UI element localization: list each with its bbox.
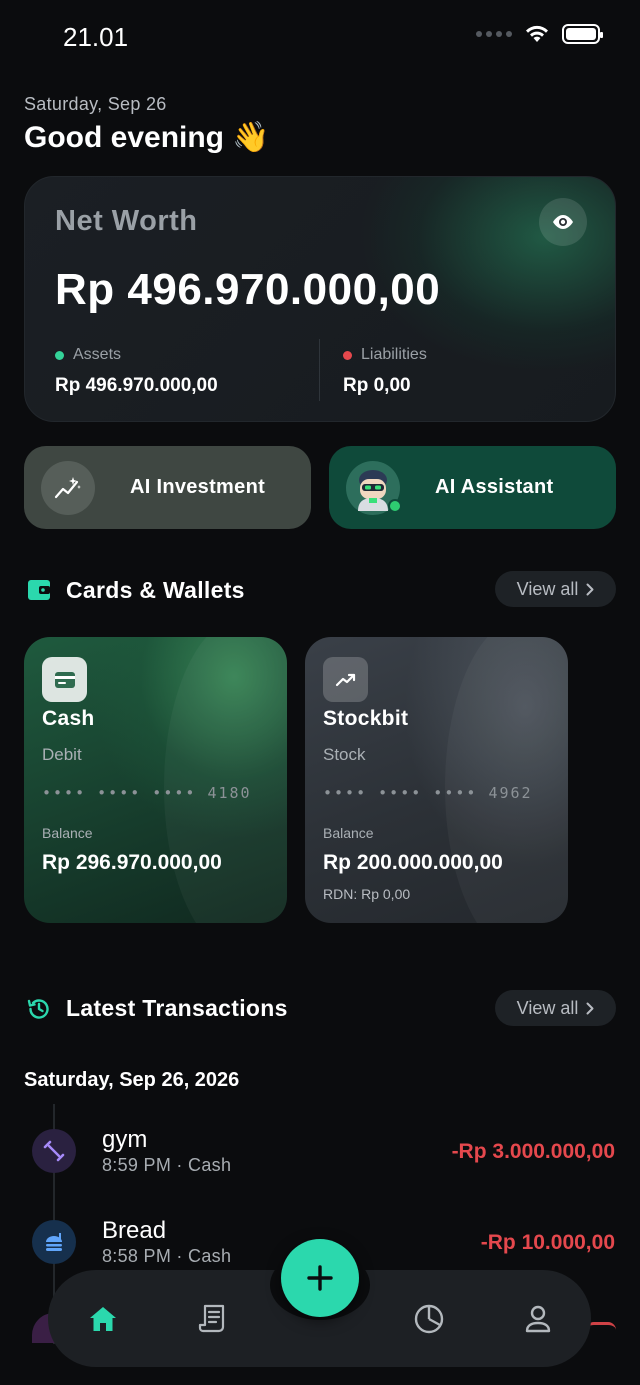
wallet-rdn: RDN: Rp 0,00	[323, 886, 411, 902]
wallet-name: Stockbit	[323, 707, 409, 730]
wallet-balance-label: Balance	[323, 825, 374, 841]
transaction-amount: -Rp 10.000,00	[480, 1231, 615, 1254]
eye-icon	[553, 215, 573, 229]
divider	[319, 339, 320, 401]
nav-transactions[interactable]	[192, 1298, 232, 1340]
plus-icon	[307, 1265, 333, 1291]
wallet-name: Cash	[42, 707, 95, 730]
assets-dot	[55, 350, 64, 360]
wallet-type: Debit	[42, 745, 82, 764]
cash-card-icon	[42, 657, 87, 702]
liabilities-block: Liabilities Rp 0,00	[343, 346, 427, 397]
receipt-icon	[198, 1304, 225, 1333]
ai-assistant-button[interactable]: AI Assistant	[329, 446, 616, 529]
transaction-meta: 8:59 PM · Cash	[102, 1155, 232, 1175]
cards-view-all-button[interactable]: View all	[495, 571, 616, 607]
stock-card-icon	[323, 657, 368, 702]
history-icon	[26, 996, 52, 1027]
wallet-number: •••• •••• •••• 4180	[42, 784, 252, 802]
greeting: Good evening 👋	[24, 121, 270, 154]
liabilities-label: Liabilities	[361, 346, 427, 363]
liabilities-value: Rp 0,00	[343, 375, 411, 396]
sparkle-chart-icon	[54, 476, 81, 498]
cards-view-all-label: View all	[516, 578, 579, 599]
wallet-card-cash[interactable]: Cash Debit •••• •••• •••• 4180 Balance R…	[24, 637, 287, 923]
pie-chart-icon	[414, 1304, 444, 1334]
toggle-visibility-button[interactable]	[539, 198, 587, 246]
transaction-name: Bread	[102, 1217, 167, 1244]
ai-investment-button[interactable]: AI Investment	[24, 446, 311, 529]
transaction-date-group: Saturday, Sep 26, 2026	[24, 1069, 240, 1091]
online-status-dot	[388, 498, 402, 513]
cards-section-title: Cards & Wallets	[66, 577, 245, 603]
transactions-view-all-button[interactable]: View all	[495, 990, 616, 1026]
header-date: Saturday, Sep 26	[24, 94, 167, 114]
nav-home[interactable]	[83, 1298, 123, 1340]
liabilities-dot	[343, 350, 352, 360]
transactions-view-all-label: View all	[516, 997, 579, 1018]
transaction-row[interactable]: gym 8:59 PM · Cash -Rp 3.000.000,00	[0, 1126, 640, 1186]
net-worth-amount: Rp 496.970.000,00	[55, 265, 441, 314]
wallet-card-stockbit[interactable]: Stockbit Stock •••• •••• •••• 4962 Balan…	[305, 637, 568, 923]
transactions-section-title: Latest Transactions	[66, 995, 288, 1021]
net-worth-card: Net Worth Rp 496.970.000,00 Assets Rp 49…	[24, 176, 616, 422]
assistant-avatar	[346, 460, 402, 515]
wallet-balance: Rp 200.000.000,00	[323, 851, 503, 874]
assets-label: Assets	[73, 346, 122, 363]
wallet-balance-label: Balance	[42, 825, 93, 841]
food-icon	[32, 1220, 76, 1264]
home-icon	[90, 1307, 116, 1331]
user-icon	[525, 1305, 551, 1333]
transaction-meta: 8:58 PM · Cash	[102, 1246, 232, 1266]
signal-icon	[476, 31, 512, 37]
assets-block: Assets Rp 496.970.000,00	[55, 346, 218, 397]
transaction-amount: -Rp 3.000.000,00	[451, 1140, 615, 1163]
wallet-type: Stock	[323, 745, 366, 764]
net-worth-title: Net Worth	[55, 205, 198, 237]
ai-investment-icon	[41, 460, 95, 515]
nav-analytics[interactable]	[409, 1298, 449, 1340]
wallet-balance: Rp 296.970.000,00	[42, 851, 222, 874]
transaction-name: gym	[102, 1126, 148, 1153]
chevron-right-icon	[586, 1002, 594, 1014]
dumbbell-icon	[32, 1129, 76, 1173]
ai-investment-label: AI Investment	[130, 476, 266, 498]
battery-icon	[562, 24, 603, 44]
add-transaction-button[interactable]	[281, 1239, 359, 1317]
ai-assistant-label: AI Assistant	[435, 476, 554, 498]
wifi-icon	[526, 25, 548, 42]
wallet-number: •••• •••• •••• 4962	[323, 784, 533, 802]
chevron-right-icon	[586, 583, 594, 595]
nav-profile[interactable]	[518, 1298, 558, 1340]
status-indicators	[476, 24, 603, 44]
assets-value: Rp 496.970.000,00	[55, 375, 218, 396]
status-time: 21.01	[63, 22, 129, 52]
wallet-icon	[27, 578, 51, 607]
